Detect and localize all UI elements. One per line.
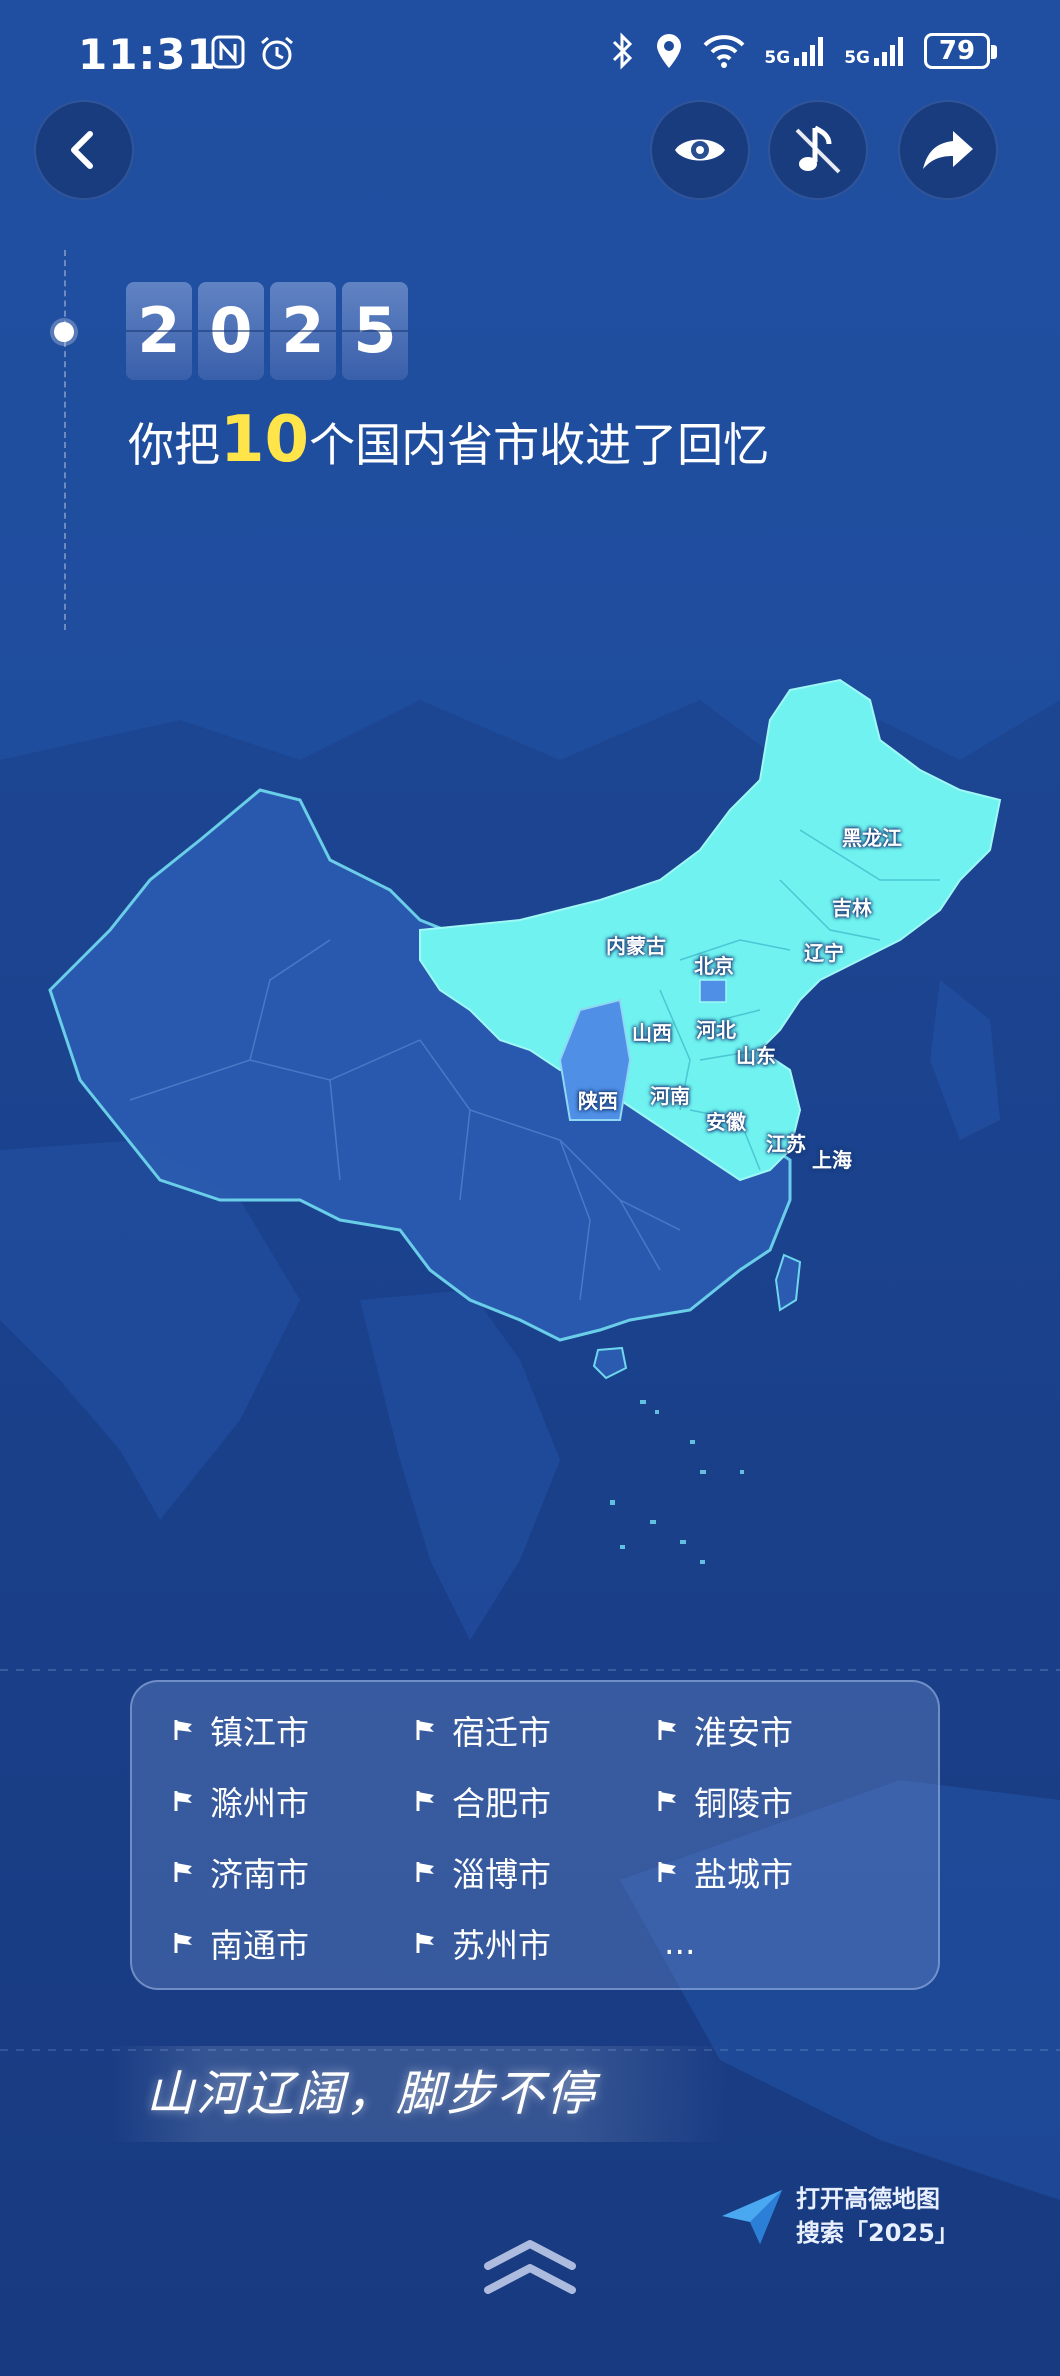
province-label: 北京 — [694, 954, 734, 978]
city-list-card: 镇江市 宿迁市 淮安市 滁州市 合肥市 铜陵市 济南市 淄博市 盐城市 南通市 … — [130, 1680, 940, 1990]
nfc-icon — [211, 35, 245, 69]
location-icon — [657, 34, 682, 68]
bluetooth-icon — [613, 32, 633, 70]
brand-text: 打开高德地图 搜索「2025」 — [796, 2182, 959, 2250]
network-type-label: 5G — [844, 48, 870, 68]
timeline-line — [64, 250, 66, 630]
music-button[interactable] — [768, 100, 868, 200]
province-label: 河南 — [650, 1084, 690, 1108]
province-label: 安徽 — [706, 1110, 746, 1134]
flag-icon — [416, 1932, 434, 1953]
province-label: 陕西 — [578, 1089, 618, 1113]
music-note-icon — [795, 125, 841, 174]
swipe-up-icon[interactable] — [480, 2230, 580, 2300]
amap-logo-icon — [722, 2190, 782, 2244]
headline-prefix: 你把 — [128, 418, 220, 472]
flag-icon — [416, 1861, 434, 1882]
year-digit: 2 — [270, 282, 336, 380]
signal-1: 5G — [764, 34, 826, 68]
province-label: 黑龙江 — [842, 826, 902, 850]
province-label: 山东 — [736, 1044, 776, 1068]
app-root: 黑龙江 吉林 辽宁 内蒙古 北京 山西 河北 山东 陕西 河南 安徽 江苏 上海… — [0, 0, 1060, 2376]
timeline-dot — [54, 322, 74, 342]
city-name: 南通市 — [210, 1925, 309, 1965]
headline: 你把10个国内省市收进了回忆 — [128, 400, 769, 485]
city-item: 宿迁市 — [414, 1704, 656, 1755]
brand-line-1: 打开高德地图 — [796, 2185, 940, 2213]
flag-icon — [174, 1932, 192, 1953]
status-bar: 11:31 5G 5G 79 — [0, 0, 1060, 110]
slogan: 山河辽阔，脚步不停 — [110, 2046, 730, 2142]
network-type-label: 5G — [764, 48, 791, 68]
province-label: 上海 — [812, 1148, 852, 1172]
flag-icon — [174, 1790, 192, 1811]
province-label: 辽宁 — [804, 941, 844, 965]
city-name: 铜陵市 — [694, 1783, 793, 1823]
year-digit: 0 — [198, 282, 264, 380]
brand-line-2: 搜索「2025」 — [796, 2219, 959, 2247]
city-item: 济南市 — [172, 1846, 414, 1897]
eye-icon — [675, 139, 725, 161]
flag-icon — [658, 1719, 676, 1740]
alarm-icon — [261, 36, 293, 70]
flag-icon — [174, 1861, 192, 1882]
city-grid: 镇江市 宿迁市 淮安市 滁州市 合肥市 铜陵市 济南市 淄博市 盐城市 南通市 … — [172, 1704, 898, 1968]
flag-icon — [416, 1790, 434, 1811]
flag-icon — [416, 1719, 434, 1740]
city-more-ellipsis: ... — [664, 1923, 696, 1962]
city-name: 济南市 — [210, 1854, 309, 1894]
flag-icon — [658, 1861, 676, 1882]
status-right-icons: 5G 5G 79 — [610, 32, 997, 70]
view-toggle-button[interactable] — [650, 100, 750, 200]
province-count: 10 — [220, 403, 310, 477]
status-time: 11:31 — [78, 30, 217, 79]
city-name: 淄博市 — [452, 1854, 551, 1894]
city-name: 滁州市 — [210, 1783, 309, 1823]
province-label: 内蒙古 — [606, 934, 666, 958]
flag-icon — [658, 1790, 676, 1811]
signal-bars-icon — [794, 37, 824, 66]
back-button[interactable] — [34, 100, 134, 200]
city-name: 淮安市 — [694, 1712, 793, 1752]
province-label: 江苏 — [766, 1132, 806, 1156]
beijing-marker — [699, 979, 727, 1003]
chevron-left-icon — [71, 131, 93, 169]
city-more: ... — [656, 1917, 898, 1968]
province-label: 河北 — [696, 1018, 736, 1042]
share-arrow-icon — [923, 131, 973, 169]
city-item: 盐城市 — [656, 1846, 898, 1897]
city-item: 南通市 — [172, 1917, 414, 1968]
city-item: 淮安市 — [656, 1704, 898, 1755]
signal-2: 5G — [844, 34, 906, 68]
province-label: 吉林 — [832, 896, 872, 920]
flag-icon — [174, 1719, 192, 1740]
signal-bars-icon — [874, 37, 903, 66]
year-digit: 5 — [342, 282, 408, 380]
city-item: 合肥市 — [414, 1775, 656, 1826]
city-item: 镇江市 — [172, 1704, 414, 1755]
headline-suffix: 个国内省市收进了回忆 — [309, 418, 770, 472]
share-button[interactable] — [898, 100, 998, 200]
year-digit: 2 — [126, 282, 192, 380]
city-name: 镇江市 — [210, 1712, 309, 1752]
brand-promo[interactable]: 打开高德地图 搜索「2025」 — [720, 2182, 959, 2250]
city-item: 铜陵市 — [656, 1775, 898, 1826]
battery-indicator: 79 — [924, 33, 997, 69]
land-north — [0, 0, 1060, 760]
status-left-icons — [210, 34, 296, 72]
year-display: 2 0 2 5 — [126, 282, 408, 380]
city-name: 合肥市 — [452, 1783, 551, 1823]
city-item: 苏州市 — [414, 1917, 656, 1968]
city-name: 盐城市 — [694, 1854, 793, 1894]
city-name: 苏州市 — [452, 1925, 551, 1965]
province-label: 山西 — [632, 1021, 672, 1045]
wifi-icon — [703, 35, 745, 68]
city-item: 滁州市 — [172, 1775, 414, 1826]
city-name: 宿迁市 — [452, 1712, 551, 1752]
city-item: 淄博市 — [414, 1846, 656, 1897]
